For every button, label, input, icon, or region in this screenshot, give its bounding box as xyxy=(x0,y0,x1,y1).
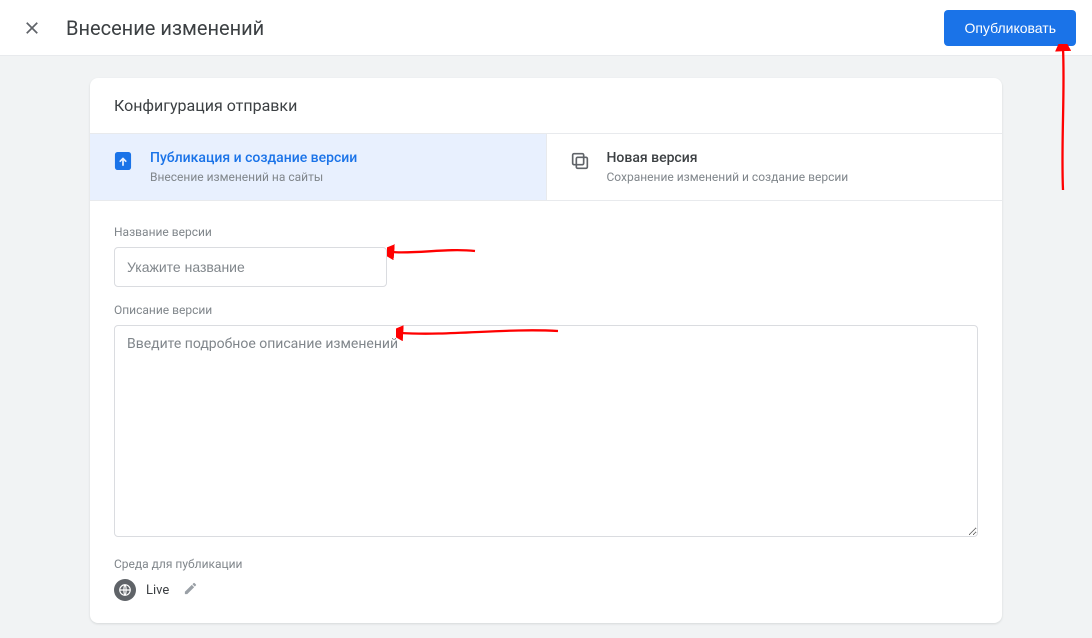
submit-config-card: Конфигурация отправки Публикация и созда… xyxy=(90,78,1002,623)
option-title: Новая версия xyxy=(607,148,849,168)
env-label: Среда для публикации xyxy=(114,557,978,571)
edit-env-button[interactable] xyxy=(183,581,198,600)
close-button[interactable] xyxy=(20,16,44,40)
env-name: Live xyxy=(146,583,169,598)
option-title: Публикация и создание версии xyxy=(150,148,357,168)
globe-icon xyxy=(114,579,136,601)
version-name-label: Название версии xyxy=(114,225,978,239)
env-row: Live xyxy=(114,579,978,601)
upload-icon xyxy=(112,150,134,172)
page-title: Внесение изменений xyxy=(66,16,944,40)
publish-button[interactable]: Опубликовать xyxy=(944,10,1076,46)
publish-options: Публикация и создание версии Внесение из… xyxy=(90,133,1002,201)
option-new-version[interactable]: Новая версия Сохранение изменений и созд… xyxy=(546,134,1003,200)
card-body: Название версии Описание версии Среда дл… xyxy=(90,201,1002,623)
version-desc-textarea[interactable] xyxy=(114,325,978,537)
option-subtitle: Сохранение изменений и создание версии xyxy=(607,168,849,186)
option-publish-and-version[interactable]: Публикация и создание версии Внесение из… xyxy=(90,134,546,200)
annotation-arrow-publish xyxy=(1053,44,1073,192)
close-icon xyxy=(23,19,41,37)
version-desc-label: Описание версии xyxy=(114,303,978,317)
option-subtitle: Внесение изменений на сайты xyxy=(150,168,357,186)
card-header: Конфигурация отправки xyxy=(90,78,1002,133)
version-name-input[interactable] xyxy=(114,247,387,287)
pencil-icon xyxy=(183,581,198,596)
topbar: Внесение изменений Опубликовать xyxy=(0,0,1092,56)
copy-icon xyxy=(569,150,591,172)
